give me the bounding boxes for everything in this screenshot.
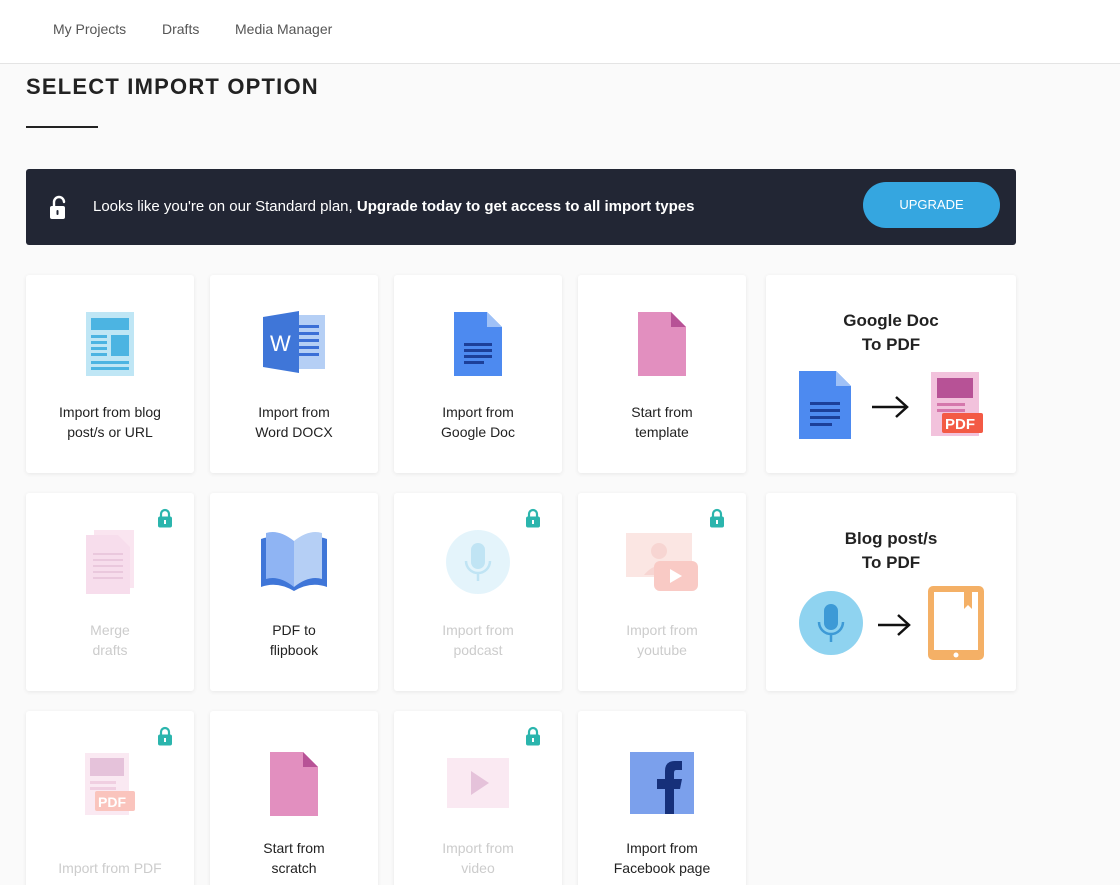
page-title: SELECT IMPORT OPTION (26, 74, 319, 99)
open-book-icon (261, 532, 327, 591)
blank-page-icon (270, 752, 318, 816)
arrow-right-icon (878, 614, 911, 636)
blog-document-icon (86, 312, 134, 376)
card-title: Google Doc To PDF (843, 311, 939, 354)
svg-text:W: W (270, 331, 291, 356)
card-label: Import from youtube (626, 622, 698, 658)
card-pdf-to-flipbook[interactable]: PDF to flipbook (210, 493, 378, 691)
card-label: Start from scratch (263, 840, 325, 876)
unlock-icon (50, 195, 66, 219)
lock-icon (158, 508, 172, 528)
banner-text-bold: Upgrade today to get access to all impor… (356, 198, 695, 215)
pdf-file-icon: PDF (931, 372, 983, 436)
top-navigation: My Projects Drafts Media Manager (0, 0, 1120, 64)
tablet-icon (928, 586, 984, 660)
template-icon (638, 312, 686, 376)
card-title: Blog post/s To PDF (844, 529, 938, 572)
upgrade-banner: Looks like you're on our Standard plan, … (26, 169, 1016, 245)
card-label: PDF to flipbook (269, 622, 319, 658)
card-import-podcast[interactable]: Import from podcast (394, 493, 562, 691)
card-label: Import from Google Doc (441, 404, 515, 440)
microphone-icon (446, 530, 510, 594)
card-import-pdf[interactable]: PDF Import from PDF (26, 711, 194, 885)
nav-media-manager[interactable]: Media Manager (235, 21, 332, 37)
nav-my-projects[interactable]: My Projects (53, 21, 126, 37)
card-label: Merge drafts (90, 622, 130, 658)
card-label: Start from template (631, 404, 693, 440)
google-doc-icon (799, 371, 851, 439)
card-label: Import from blog post/s or URL (59, 404, 161, 440)
google-doc-icon (454, 312, 502, 376)
card-import-google-doc[interactable]: Import from Google Doc (394, 275, 562, 473)
card-merge-drafts[interactable]: Merge drafts (26, 493, 194, 691)
merge-drafts-icon (86, 530, 134, 594)
card-import-blog[interactable]: Import from blog post/s or URL (26, 275, 194, 473)
video-play-icon (447, 758, 509, 808)
card-start-template[interactable]: Start from template (578, 275, 746, 473)
google-doc-to-pdf-illustration: PDF (799, 371, 983, 439)
banner-text-plain: Looks like you're on our Standard plan, (93, 198, 357, 215)
nav-drafts[interactable]: Drafts (162, 21, 199, 37)
card-import-facebook[interactable]: Import from Facebook page (578, 711, 746, 885)
card-label: Import from video (442, 840, 514, 876)
card-import-youtube[interactable]: Import from youtube (578, 493, 746, 691)
lock-icon (526, 726, 540, 746)
card-label: Import from Word DOCX (255, 404, 333, 440)
card-import-word[interactable]: W Import from Word DOCX (210, 275, 378, 473)
card-blog-posts-to-pdf[interactable]: Blog post/s To PDF (766, 493, 1016, 691)
arrow-right-icon (872, 396, 909, 418)
title-underline (26, 126, 98, 128)
card-label: Import from podcast (442, 622, 514, 658)
card-label: Import from Facebook page (613, 840, 711, 876)
upgrade-button[interactable]: UPGRADE (863, 182, 1000, 228)
card-label: Import from PDF (58, 860, 162, 876)
facebook-icon (630, 752, 694, 814)
banner-message: Looks like you're on our Standard plan, … (93, 198, 694, 215)
pdf-file-icon: PDF (85, 753, 135, 815)
svg-text:PDF: PDF (98, 794, 126, 810)
svg-text:PDF: PDF (945, 416, 975, 433)
microphone-icon (799, 591, 863, 655)
lock-icon (526, 508, 540, 528)
card-import-video[interactable]: Import from video (394, 711, 562, 885)
blog-to-pdf-illustration (799, 586, 984, 660)
lock-icon (158, 726, 172, 746)
lock-icon (710, 508, 724, 528)
word-docx-icon: W (263, 311, 325, 373)
youtube-video-icon (626, 533, 698, 591)
card-google-doc-to-pdf[interactable]: Google Doc To PDF PDF (766, 275, 1016, 473)
card-start-scratch[interactable]: Start from scratch (210, 711, 378, 885)
